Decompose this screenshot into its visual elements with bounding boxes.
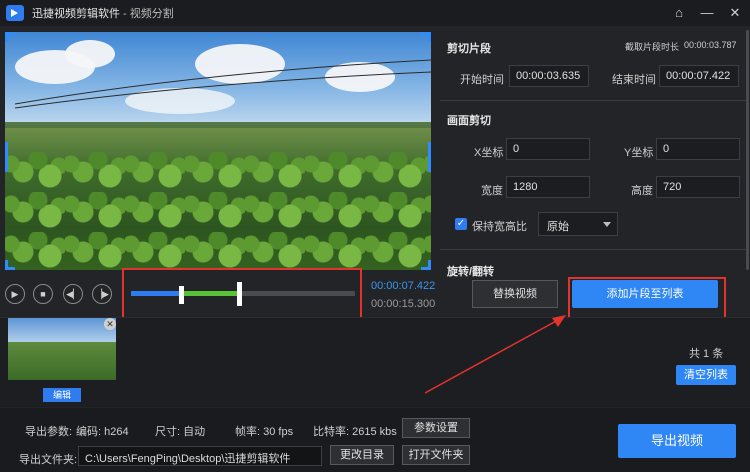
crop-handle-tr[interactable] — [421, 32, 431, 42]
start-handle[interactable] — [179, 286, 184, 304]
clear-list-button[interactable]: 清空列表 — [676, 365, 736, 385]
minimize-icon[interactable]: — — [700, 4, 714, 22]
param-settings-button[interactable]: 参数设置 — [402, 418, 470, 438]
export-video-button[interactable]: 导出视频 — [618, 424, 736, 458]
x-label: X坐标 — [474, 147, 504, 159]
title-separator: - — [120, 8, 130, 20]
end-time-field[interactable]: 00:00:07.422 — [659, 65, 739, 87]
size-value: 尺寸: 自动 — [155, 426, 206, 438]
end-handle[interactable] — [237, 282, 242, 306]
export-folder-label: 导出文件夹: — [19, 454, 78, 466]
stop-icon[interactable]: ■ — [33, 284, 53, 304]
window-subtitle: 视频分割 — [129, 8, 174, 20]
start-time-label: 开始时间 — [460, 74, 504, 86]
crop-handle-br[interactable] — [421, 260, 431, 270]
clip-count: 共 1 条 — [689, 348, 724, 360]
duration-label: 截取片段时长 — [625, 42, 680, 52]
ratio-select[interactable]: 原始 — [538, 212, 618, 236]
y-label: Y坐标 — [624, 147, 654, 159]
keep-ratio-checkbox[interactable]: ✓ — [455, 218, 467, 230]
x-field[interactable]: 0 — [506, 138, 590, 160]
total-time: 00:00:15.300 — [371, 298, 436, 310]
height-label: 高度 — [631, 185, 653, 197]
fps-value: 帧率: 30 fps — [235, 426, 294, 438]
panel-scrollbar[interactable] — [746, 30, 749, 270]
timeline-played — [131, 291, 183, 296]
export-folder-path[interactable]: C:\Users\FengPing\Desktop\迅捷剪辑软件 — [78, 446, 322, 466]
start-time-field[interactable]: 00:00:03.635 — [509, 65, 589, 87]
thumb-field — [8, 342, 116, 380]
replace-video-button[interactable]: 替换视频 — [472, 280, 558, 308]
open-folder-button[interactable]: 打开文件夹 — [402, 445, 470, 465]
timeline-highlight-box — [122, 268, 362, 324]
frame-crop-title: 画面剪切 — [447, 115, 491, 127]
timeline-selected-segment[interactable] — [183, 291, 241, 296]
edit-button[interactable]: 编辑 — [43, 388, 81, 402]
window-title: 迅捷视频剪辑软件 - 视频分割 — [32, 5, 174, 21]
codec-value: 编码: h264 — [76, 426, 129, 438]
play-icon[interactable]: ▶ — [5, 284, 25, 304]
end-time-label: 结束时间 — [612, 74, 656, 86]
bitrate-value: 比特率: 2615 kbs — [313, 426, 397, 438]
y-field[interactable]: 0 — [656, 138, 740, 160]
change-dir-button[interactable]: 更改目录 — [330, 445, 394, 465]
crop-handle-right[interactable] — [428, 142, 431, 172]
prev-frame-icon[interactable]: ◀▏ — [63, 284, 83, 304]
current-time: 00:00:07.422 — [371, 280, 436, 292]
plants — [5, 152, 431, 270]
add-button-highlight-box — [568, 277, 726, 320]
video-preview[interactable] — [5, 32, 431, 270]
rotate-title: 旋转/翻转 — [447, 266, 495, 278]
width-field[interactable]: 1280 — [506, 176, 590, 198]
divider — [440, 100, 748, 101]
clip-segment-title: 剪切片段 — [447, 43, 491, 55]
crop-handle-left[interactable] — [5, 142, 8, 172]
remove-clip-icon[interactable]: ✕ — [104, 318, 116, 330]
duration-value: 00:00:03.787 — [684, 40, 737, 50]
window-controls: ⌂ — ✕ — [672, 4, 742, 22]
app-name: 迅捷视频剪辑软件 — [32, 8, 120, 20]
next-frame-icon[interactable]: ▕▶ — [92, 284, 112, 304]
title-bar: 迅捷视频剪辑软件 - 视频分割 ⌂ — ✕ — [0, 0, 750, 26]
export-params-label: 导出参数: — [25, 426, 73, 438]
close-icon[interactable]: ✕ — [728, 4, 742, 22]
ratio-select-value: 原始 — [547, 221, 569, 233]
height-field[interactable]: 720 — [656, 176, 740, 198]
keep-ratio-label: 保持宽高比 — [472, 221, 527, 233]
app-logo-icon — [6, 5, 24, 21]
chevron-down-icon — [603, 222, 611, 227]
app-window: 迅捷视频剪辑软件 - 视频分割 ⌂ — ✕ ▶ ■ ◀▏ ▕▶ 00:00:07… — [0, 0, 750, 472]
width-label: 宽度 — [481, 185, 503, 197]
crop-handle-tl[interactable] — [5, 32, 15, 42]
thumb-sky — [8, 318, 116, 344]
clip-thumbnail[interactable] — [8, 318, 116, 380]
home-icon[interactable]: ⌂ — [672, 4, 686, 22]
crop-handle-bl[interactable] — [5, 260, 15, 270]
divider — [440, 249, 748, 250]
